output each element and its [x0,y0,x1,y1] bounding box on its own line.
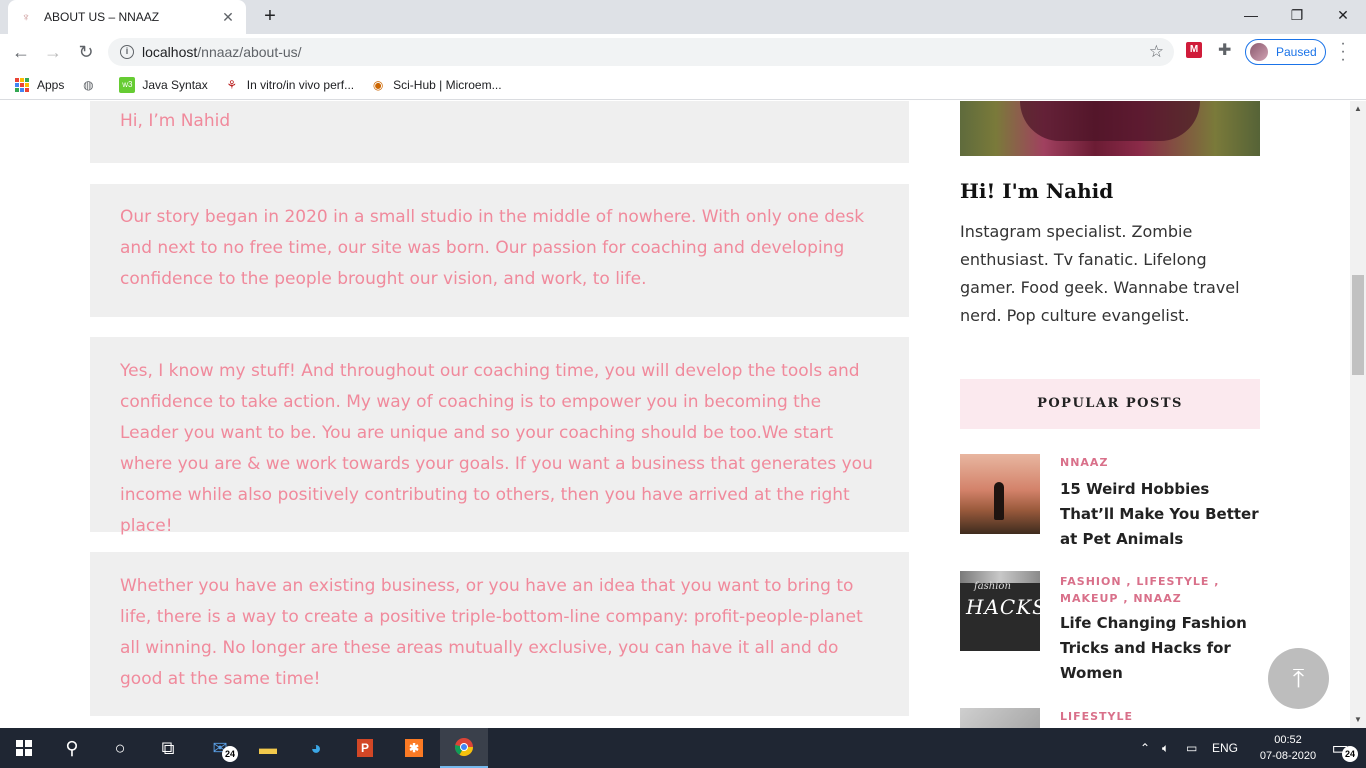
arrow-up-icon: ⤒ [1292,662,1305,693]
close-tab-icon[interactable]: ✕ [220,9,236,26]
coaching-text: Yes, I know my stuff! And throughout our… [120,361,873,536]
volume-icon[interactable]: 🔈︎ [1162,728,1169,768]
bookmark-label: Sci-Hub | Microem... [393,77,502,92]
wiley-favicon-icon: ⚘ [226,77,238,92]
post-categories[interactable]: NNAAZ [1060,454,1260,471]
new-tab-button[interactable]: + [258,4,282,28]
greeting-text: Hi, I’m Nahid [120,111,231,131]
post-thumbnail[interactable] [960,454,1040,534]
apps-grid-icon [14,77,30,93]
edge-icon[interactable]: ◕ [292,728,340,768]
popular-posts-heading: POPULAR POSTS [960,379,1260,429]
post-title[interactable]: 15 Weird Hobbies That’ll Make You Better… [1060,477,1260,552]
puzzle-extensions-icon[interactable]: ✚ [1218,40,1231,60]
content-box-coaching: Yes, I know my stuff! And throughout our… [90,337,909,536]
content-box-greeting: Hi, I’m Nahid [90,101,909,163]
show-hidden-icons[interactable]: ⌃ [1140,728,1150,768]
restore-button[interactable]: ❐ [1274,0,1320,30]
mail-icon[interactable]: ✉ 24 [196,728,244,768]
sci-hub-favicon-icon: ◉ [372,77,384,92]
windows-taskbar: ⚲ ○ ⧉ ✉ 24 ▬ ◕ P ✱ ⌃ 🔈︎ ▭ ENG 00:52 07-0… [0,728,1366,768]
bookmark-apps[interactable]: Apps [14,77,64,93]
windows-start-icon[interactable] [0,728,48,768]
file-explorer-icon[interactable]: ▬ [244,728,292,768]
close-window-button[interactable]: ✕ [1320,0,1366,30]
search-icon[interactable]: ⚲ [48,728,96,768]
bookmarks-bar: Apps ◍ w3 Java Syntax ⚘ In vitro/in vivo… [0,70,1366,100]
story-text: Our story began in 2020 in a small studi… [120,207,865,289]
reload-icon[interactable]: ↻ [74,40,98,64]
profile-status: Paused [1276,45,1317,59]
cortana-icon[interactable]: ○ [96,728,144,768]
business-text: Whether you have an existing business, o… [120,576,863,689]
task-view-icon[interactable]: ⧉ [144,728,192,768]
post-title[interactable]: Life Changing Fashion Tricks and Hacks f… [1060,611,1260,686]
content-box-business: Whether you have an existing business, o… [90,552,909,716]
notification-icon[interactable]: ▭ 24 [1316,728,1364,768]
site-favicon-icon: ♆ [21,10,31,24]
author-name: Hi! I'm Nahid [960,179,1114,203]
avatar [1250,43,1268,61]
page-viewport: Hi, I’m Nahid Our story began in 2020 in… [0,101,1350,728]
browser-tab[interactable]: ♆ ABOUT US – NNAAZ ✕ [8,0,246,34]
content-box-story: Our story began in 2020 in a small studi… [90,184,909,317]
network-icon[interactable]: ▭ [1186,728,1197,768]
chrome-icon[interactable] [440,728,488,768]
popular-post-item[interactable]: LIFESTYLE [960,708,1260,728]
bookmark-label: Java Syntax [142,77,208,92]
tab-title: ABOUT US – NNAAZ [44,10,160,24]
clock-time: 00:52 [1274,734,1302,746]
xampp-icon[interactable]: ✱ [390,728,438,768]
clock[interactable]: 00:52 07-08-2020 [1258,732,1318,764]
thumbnail-text: fashion [974,581,1011,592]
scroll-to-top-button[interactable]: ⤒ [1268,648,1329,709]
globe-icon: ◍ [83,77,94,92]
browser-toolbar: ← → ↻ i localhost/nnaaz/about-us/ ☆ [0,34,1366,70]
mail-badge: 24 [222,746,238,762]
popular-post-item[interactable]: NNAAZ 15 Weird Hobbies That’ll Make You … [960,454,1260,554]
tab-strip: ♆ ABOUT US – NNAAZ ✕ + — ❐ ✕ [0,0,1366,34]
popular-post-item[interactable]: fashion HACKS FASHION , LIFESTYLE , MAKE… [960,571,1260,691]
extension-icon[interactable]: M [1186,42,1202,58]
scrollbar-thumb[interactable] [1352,275,1364,375]
thumbnail-text: HACKS [966,595,1047,619]
bookmark-java-syntax[interactable]: w3 Java Syntax [119,76,208,93]
clock-date: 07-08-2020 [1259,750,1317,762]
notification-badge: 24 [1342,746,1358,762]
bookmark-globe[interactable]: ◍ [80,77,103,93]
author-bio: Instagram specialist. Zombie enthusiast.… [960,222,1240,325]
profile-button[interactable]: Paused [1245,39,1326,65]
bookmark-in-vitro[interactable]: ⚘ In vitro/in vivo perf... [224,77,354,93]
bookmark-star-icon[interactable]: ☆ [1149,42,1164,62]
author-photo [960,101,1260,156]
menu-dots-icon[interactable]: · · · [1336,36,1350,68]
language-indicator[interactable]: ENG [1212,728,1238,768]
scroll-up-arrow-icon[interactable]: ▲ [1350,101,1366,117]
info-icon[interactable]: i [120,45,134,59]
url-host: localhost [142,44,198,60]
java-favicon-icon: w3 [119,76,136,93]
powerpoint-icon[interactable]: P [341,728,389,768]
back-arrow-icon[interactable]: ← [9,40,33,64]
scroll-down-arrow-icon[interactable]: ▼ [1350,712,1366,728]
minimize-button[interactable]: — [1228,0,1274,30]
post-categories[interactable]: FASHION , LIFESTYLE , MAKEUP , NNAAZ [1060,573,1260,607]
forward-arrow-icon[interactable]: → [41,40,65,64]
post-thumbnail[interactable]: fashion HACKS [960,571,1046,651]
post-thumbnail[interactable] [960,708,1040,728]
address-bar[interactable]: i localhost/nnaaz/about-us/ ☆ [108,38,1174,66]
bookmark-label: Apps [37,77,65,92]
url-path: /nnaaz/about-us/ [197,44,302,60]
page-scrollbar[interactable]: ▲ ▼ [1350,101,1366,728]
bookmark-label: In vitro/in vivo perf... [246,77,355,92]
post-categories[interactable]: LIFESTYLE [1060,708,1260,725]
bookmark-sci-hub[interactable]: ◉ Sci-Hub | Microem... [370,77,502,93]
